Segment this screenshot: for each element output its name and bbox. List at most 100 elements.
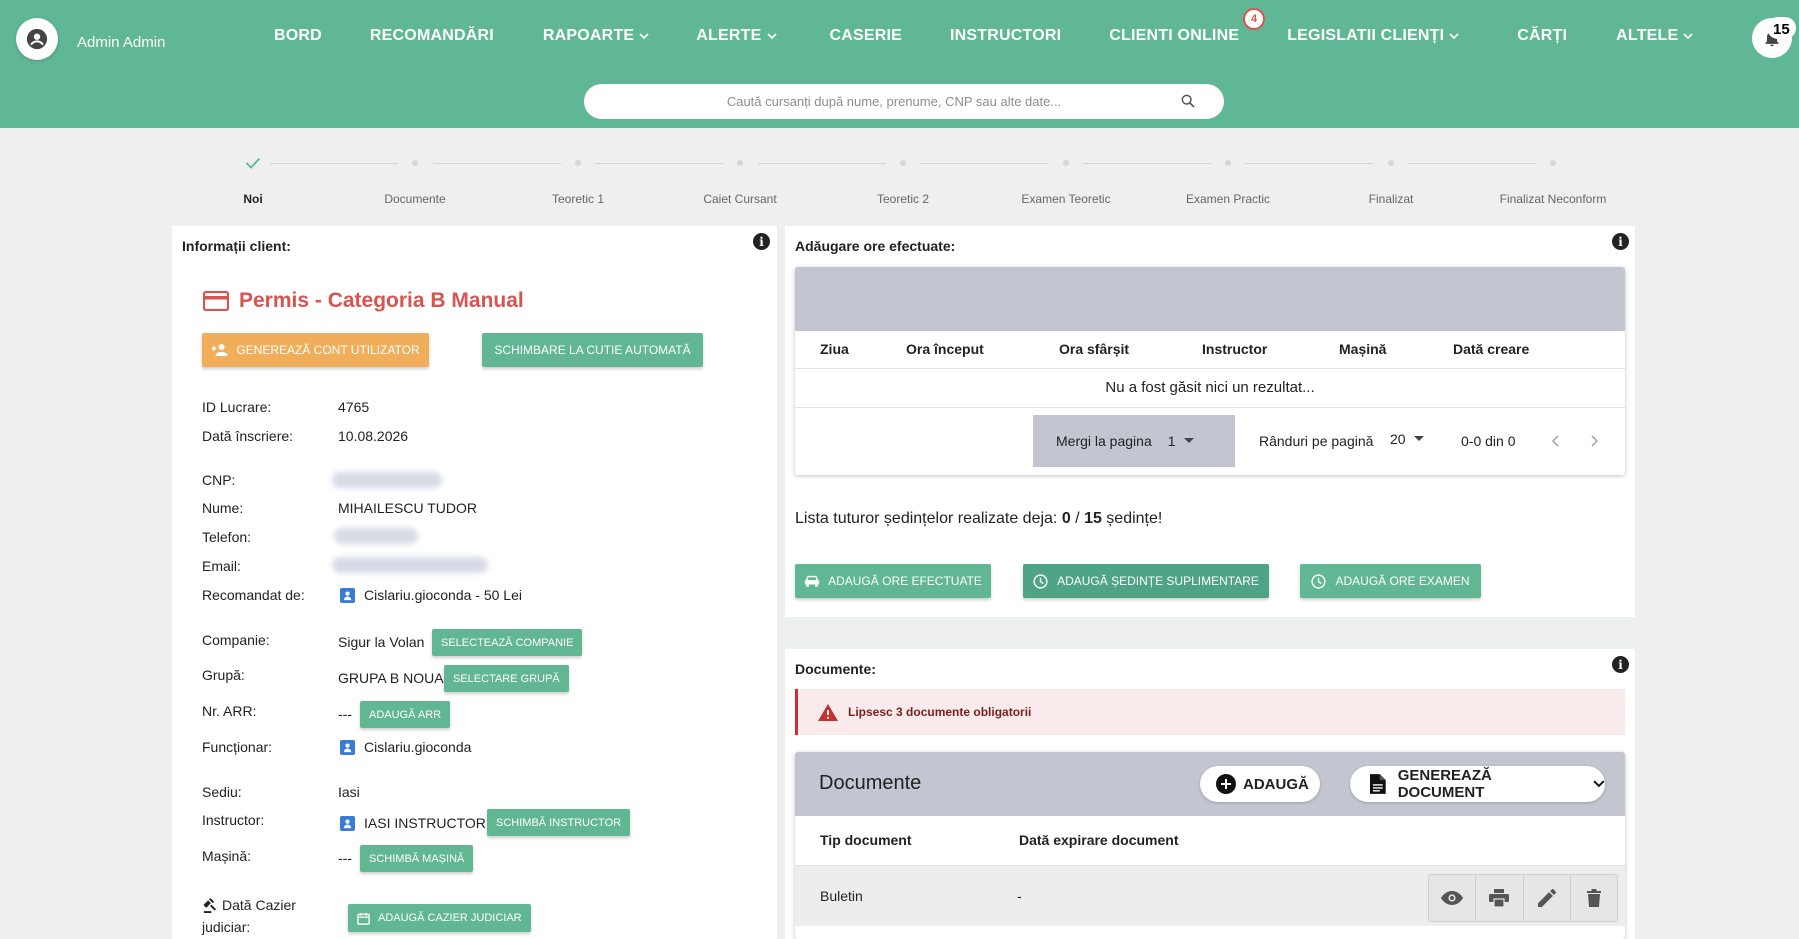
functionar-value[interactable]: Cislariu.gioconda <box>340 739 471 755</box>
step-examen-practic[interactable]: Examen Practic <box>1147 148 1309 206</box>
step-documente[interactable]: Documente <box>334 148 496 206</box>
select-company-button[interactable]: SELECTEAZĂ COMPANIE <box>432 629 583 656</box>
step-teoretic-2[interactable]: Teoretic 2 <box>822 148 984 206</box>
pencil-icon <box>1537 889 1556 907</box>
recomandat-label: Recomandat de: <box>202 587 305 603</box>
goto-page-box: Mergi la pagina 1 <box>1033 415 1235 467</box>
chevron-left-icon[interactable] <box>1551 435 1559 447</box>
companie-label: Companie: <box>202 632 270 648</box>
rows-per-page-select[interactable]: 20 <box>1390 431 1424 447</box>
change-car-button[interactable]: SCHIMBĂ MAȘINĂ <box>360 845 474 872</box>
step-examen-teoretic[interactable]: Examen Teoretic <box>985 148 1147 206</box>
add-extra-sessions-button[interactable]: ADAUGĂ ȘEDINȚE SUPLIMENTARE <box>1023 564 1269 598</box>
add-hours-button[interactable]: ADAUGĂ ORE EFECTUATE <box>795 564 991 598</box>
col-data-expirare[interactable]: Dată expirare document <box>1019 832 1179 848</box>
trash-icon <box>1586 889 1601 907</box>
delete-button[interactable] <box>1570 875 1617 921</box>
print-button[interactable] <box>1476 875 1524 921</box>
data-inscriere-label: Dată înscriere: <box>202 428 294 444</box>
nav-legislatii-clienti[interactable]: LEGISLATII CLIENȚI <box>1287 27 1459 45</box>
add-document-button[interactable]: ADAUGĂ <box>1200 766 1320 802</box>
nr-arr-label: Nr. ARR: <box>202 703 257 719</box>
button-label: GENEREAZĂ CONT UTILIZATOR <box>236 343 420 357</box>
step-label: Documente <box>384 192 446 206</box>
add-cazier-button[interactable]: ADAUGĂ CAZIER JUDICIAR <box>348 904 531 932</box>
cazier-label: Dată Cazier <box>202 897 296 913</box>
col-tip-document[interactable]: Tip document <box>820 832 912 848</box>
search-bar <box>584 84 1224 119</box>
button-label: SCHIMBARE LA CUTIE AUTOMATĂ <box>494 343 691 357</box>
chevron-right-icon[interactable] <box>1591 435 1599 447</box>
step-dot <box>900 160 906 166</box>
view-button[interactable] <box>1429 875 1477 921</box>
step-dot <box>1550 160 1556 166</box>
email-label: Email: <box>202 558 241 574</box>
search-input[interactable] <box>584 94 1164 109</box>
col-ora-sfarsit[interactable]: Ora sfârșit <box>1059 341 1129 357</box>
nav-altele[interactable]: ALTELE <box>1616 27 1694 45</box>
select-group-button[interactable]: SELECTARE GRUPĂ <box>444 665 569 692</box>
person-badge-icon <box>340 587 355 603</box>
nav-rapoarte[interactable]: RAPOARTE <box>543 27 649 45</box>
eye-icon <box>1441 891 1464 905</box>
nav-recomandari[interactable]: RECOMANDĂRI <box>370 27 494 45</box>
change-instructor-button[interactable]: SCHIMBĂ INSTRUCTOR <box>487 809 631 836</box>
instructor-value[interactable]: IASI INSTRUCTOR <box>340 815 486 831</box>
nav-label: ALERTE <box>696 27 762 44</box>
user-avatar-button[interactable] <box>16 18 58 60</box>
col-ora-inceput[interactable]: Ora început <box>906 341 984 357</box>
button-label: GENEREAZĂ DOCUMENT <box>1397 767 1492 801</box>
nav-label: RAPOARTE <box>542 27 635 44</box>
generate-document-button[interactable]: GENEREAZĂ DOCUMENT <box>1350 766 1605 802</box>
step-caiet-cursant[interactable]: Caiet Cursant <box>659 148 821 206</box>
add-exam-hours-button[interactable]: ADAUGĂ ORE EXAMEN <box>1300 564 1481 598</box>
document-expiry: - <box>1017 888 1022 904</box>
button-label: ADAUGĂ CAZIER JUDICIAR <box>378 912 522 924</box>
sessions-sep: / <box>1070 510 1085 527</box>
nav-caserie[interactable]: CASERIE <box>830 27 903 45</box>
goto-page-select[interactable]: 1 <box>1168 433 1194 449</box>
nav-bord[interactable]: BORD <box>274 27 322 45</box>
step-noi[interactable]: Noi <box>172 148 334 206</box>
add-arr-button[interactable]: ADAUGĂ ARR <box>360 701 451 728</box>
permis-title: Permis - Categoria B Manual <box>239 289 524 312</box>
recomandat-text: Cislariu.gioconda - 50 Lei <box>364 587 522 603</box>
nav-clienti-online[interactable]: CLIENTI ONLINE 4 <box>1109 8 1266 45</box>
info-icon[interactable]: i <box>753 233 770 250</box>
col-instructor[interactable]: Instructor <box>1202 341 1267 357</box>
chevron-down-icon <box>639 32 649 39</box>
nav-label: LEGISLATII CLIENȚI <box>1287 27 1445 44</box>
col-masina[interactable]: Mașină <box>1339 341 1386 357</box>
chevron-down-icon <box>1449 32 1459 39</box>
person-add-icon <box>212 344 228 356</box>
chevron-down-icon <box>1593 780 1605 788</box>
nav-instructori[interactable]: INSTRUCTORI <box>950 27 1061 45</box>
user-name[interactable]: Admin Admin <box>77 34 165 51</box>
button-label: ADAUGĂ ORE EXAMEN <box>1335 574 1470 588</box>
edit-button[interactable] <box>1523 875 1571 921</box>
cnp-label: CNP: <box>202 472 236 488</box>
step-teoretic-1[interactable]: Teoretic 1 <box>497 148 659 206</box>
generate-user-account-button[interactable]: GENEREAZĂ CONT UTILIZATOR <box>202 333 429 367</box>
sediu-value: Iasi <box>338 784 360 800</box>
step-finalizat-neconform[interactable]: Finalizat Neconform <box>1472 148 1634 206</box>
info-icon[interactable]: i <box>1612 656 1629 673</box>
recomandat-value[interactable]: Cislariu.gioconda - 50 Lei <box>340 587 522 603</box>
nume-value: MIHAILESCU TUDOR <box>338 500 477 516</box>
instructor-label: Instructor: <box>202 812 265 828</box>
id-lucrare-value: 4765 <box>338 399 370 415</box>
col-data-creare[interactable]: Dată creare <box>1453 341 1529 357</box>
cazier-label-line1: Dată Cazier <box>222 897 296 913</box>
search-icon[interactable] <box>1180 93 1196 109</box>
grupa-value: GRUPA B NOUA <box>338 670 444 686</box>
nav-carti[interactable]: CĂRȚI <box>1517 27 1567 45</box>
col-ziua[interactable]: Ziua <box>820 341 849 357</box>
step-label: Noi <box>243 192 263 206</box>
nav-label: ALTELE <box>1616 27 1679 44</box>
email-value-redacted <box>332 557 488 573</box>
divider <box>795 407 1625 408</box>
change-to-automatic-button[interactable]: SCHIMBARE LA CUTIE AUTOMATĂ <box>482 333 703 367</box>
step-finalizat[interactable]: Finalizat <box>1310 148 1472 206</box>
nav-alerte[interactable]: ALERTE <box>696 27 777 45</box>
info-icon[interactable]: i <box>1612 233 1629 250</box>
